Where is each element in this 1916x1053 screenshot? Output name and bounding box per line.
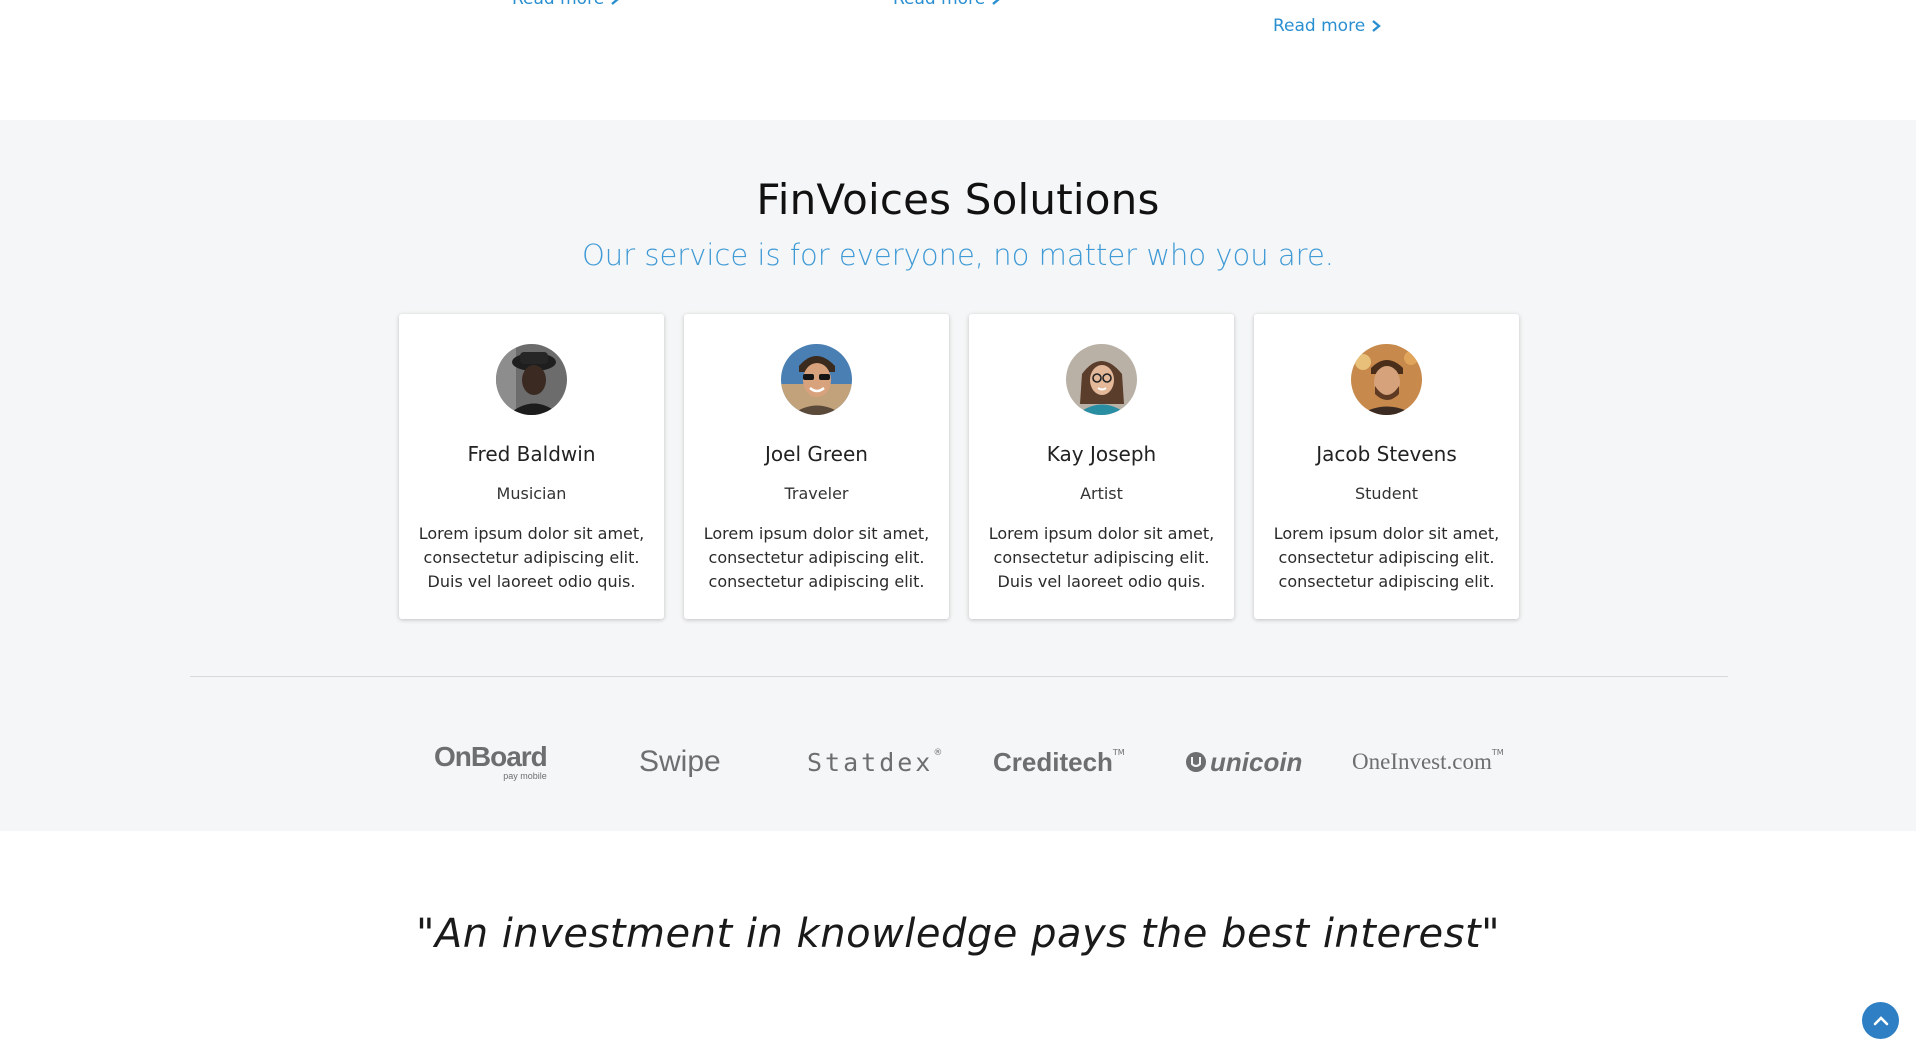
person-name: Joel Green: [765, 442, 868, 466]
person-role: Traveler: [784, 484, 849, 503]
person-name: Kay Joseph: [1046, 442, 1157, 466]
creditech-logo[interactable]: Creditech TM: [993, 734, 1125, 790]
swipe-logo-text: Swipe: [639, 745, 721, 778]
testimonial-cards: Fred Baldwin Musician Lorem ipsum dolor …: [399, 314, 1519, 619]
read-more-link-3[interactable]: Read more: [1273, 16, 1383, 36]
trademark-icon: TM: [1491, 748, 1504, 757]
section-subtitle: Our service is for everyone, no matter w…: [581, 238, 1335, 272]
chevron-right-icon: [611, 0, 619, 5]
trademark-icon: TM: [1112, 748, 1125, 757]
read-more-link-2[interactable]: Read more: [893, 0, 1003, 9]
read-more-label: Read more: [893, 0, 985, 9]
person-description: Lorem ipsum dolor sit amet, consectetur …: [988, 524, 1215, 591]
partner-logos: OnBoard pay mobile Swipe Statdex ® Credi…: [0, 734, 1916, 794]
unicoin-logo-text: unicoin: [1210, 746, 1303, 777]
testimonial-card: Jacob Stevens Student Lorem ipsum dolor …: [1254, 314, 1519, 619]
quote-section: "An investment in knowledge pays the bes…: [0, 831, 1916, 1053]
top-strip: Read more Read more Read more: [0, 0, 1916, 120]
onboard-logo-text: OnBoard: [434, 741, 548, 772]
oneinvest-logo-text: OneInvest.com: [1352, 749, 1492, 774]
creditech-logo-text: Creditech: [993, 746, 1113, 777]
person-name: Fred Baldwin: [467, 442, 596, 466]
statdex-logo[interactable]: Statdex ®: [807, 734, 942, 790]
quote-text: "An investment in knowledge pays the bes…: [415, 911, 1501, 957]
read-more-link-1[interactable]: Read more: [512, 0, 622, 9]
person-description: Lorem ipsum dolor sit amet, consectetur …: [418, 524, 645, 591]
statdex-logo-text: Statdex: [807, 747, 934, 777]
chevron-right-icon: [1372, 20, 1382, 32]
solutions-section: FinVoices Solutions Our service is for e…: [0, 120, 1916, 831]
section-divider: [190, 676, 1728, 677]
back-to-top-button[interactable]: [1862, 1002, 1899, 1039]
section-title: FinVoices Solutions: [756, 175, 1160, 224]
testimonial-card: Joel Green Traveler Lorem ipsum dolor si…: [684, 314, 949, 619]
avatar: [496, 344, 567, 415]
chevron-up-icon: [1873, 1015, 1888, 1025]
registered-mark-icon: ®: [933, 748, 943, 758]
testimonial-card: Fred Baldwin Musician Lorem ipsum dolor …: [399, 314, 664, 619]
person-name: Jacob Stevens: [1316, 442, 1457, 466]
oneinvest-logo[interactable]: OneInvest.com TM: [1352, 734, 1504, 790]
person-role: Musician: [496, 484, 567, 503]
read-more-label: Read more: [512, 0, 604, 9]
swipe-logo[interactable]: Swipe: [639, 734, 721, 790]
person-description: Lorem ipsum dolor sit amet, consectetur …: [703, 524, 930, 591]
avatar: [781, 344, 852, 415]
chevron-right-icon: [992, 0, 1000, 5]
onboard-logo-subtext: pay mobile: [503, 771, 547, 781]
unicoin-coin-icon: [1186, 752, 1206, 772]
read-more-label: Read more: [1273, 16, 1366, 36]
onboard-logo[interactable]: OnBoard pay mobile: [434, 734, 548, 790]
avatar: [1066, 344, 1137, 415]
person-role: Artist: [1080, 484, 1123, 503]
unicoin-logo[interactable]: unicoin: [1185, 734, 1302, 790]
testimonial-card: Kay Joseph Artist Lorem ipsum dolor sit …: [969, 314, 1234, 619]
avatar: [1351, 344, 1422, 415]
person-role: Student: [1355, 484, 1418, 503]
person-description: Lorem ipsum dolor sit amet, consectetur …: [1273, 524, 1500, 591]
